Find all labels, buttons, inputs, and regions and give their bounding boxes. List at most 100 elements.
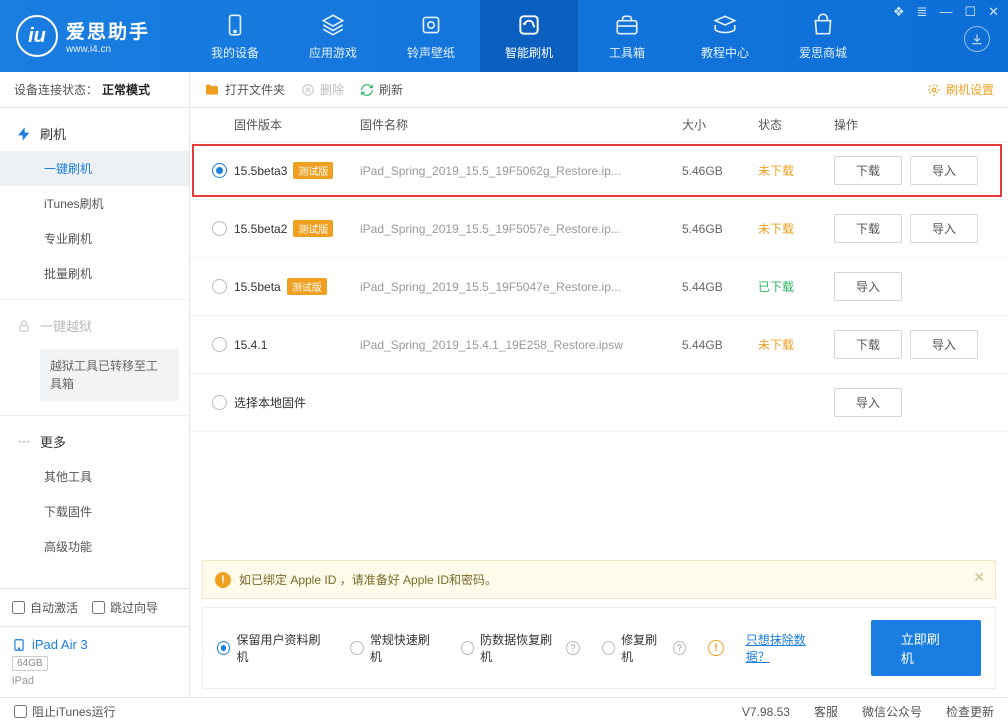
delete-button[interactable]: 删除 (301, 81, 344, 98)
download-button[interactable]: 下载 (834, 214, 902, 243)
ringtones-icon (418, 12, 444, 38)
row-radio[interactable] (204, 163, 234, 178)
import-button[interactable]: 导入 (834, 272, 902, 301)
header: ❖ ≣ — ☐ ✕ iu 爱思助手 www.i4.cn 我的设备应用游戏铃声壁纸… (0, 0, 1008, 72)
row-ops: 下载 导入 (834, 156, 994, 185)
tab-apps[interactable]: 应用游戏 (284, 0, 382, 72)
tab-label: 铃声壁纸 (407, 44, 455, 61)
download-button[interactable]: 下载 (834, 156, 902, 185)
download-status-icon[interactable] (964, 26, 990, 52)
tab-flash[interactable]: 智能刷机 (480, 0, 578, 72)
flash-now-button[interactable]: 立即刷机 (871, 620, 981, 676)
nav-head-more[interactable]: ⋯ 更多 (0, 424, 189, 459)
sidebar-item-flash-3[interactable]: 批量刷机 (0, 256, 189, 291)
sidebar-item-more-0[interactable]: 其他工具 (0, 459, 189, 494)
firmware-row[interactable]: 15.5beta测试版 iPad_Spring_2019_15.5_19F504… (190, 258, 1008, 316)
device-type: iPad (12, 675, 177, 687)
nav-head-flash-label: 刷机 (40, 124, 66, 143)
download-button[interactable]: 下载 (834, 330, 902, 359)
row-radio[interactable] (204, 221, 234, 236)
erase-data-link[interactable]: 只想抹除数据？ (746, 631, 827, 665)
tab-label: 教程中心 (701, 44, 749, 61)
import-button[interactable]: 导入 (910, 214, 978, 243)
row-radio[interactable] (204, 279, 234, 294)
version-label: V7.98.53 (742, 705, 790, 719)
apple-id-notice: ! 如已绑定 Apple ID ，请准备好 Apple ID和密码。 ✕ (202, 560, 996, 599)
device-storage: 64GB (12, 656, 48, 671)
apps-icon (320, 12, 346, 38)
th-size: 大小 (682, 116, 758, 133)
flash-option-1[interactable]: 常规快速刷机 (350, 631, 438, 665)
local-firmware-row[interactable]: 选择本地固件 导入 (190, 374, 1008, 432)
maximize-button[interactable]: ☐ (961, 4, 979, 20)
skin-button[interactable]: ❖ (890, 4, 908, 20)
import-button[interactable]: 导入 (910, 330, 978, 359)
notice-close-button[interactable]: ✕ (973, 569, 985, 586)
minimize-button[interactable]: — (936, 4, 955, 20)
tab-store[interactable]: 爱思商城 (774, 0, 872, 72)
row-version: 15.4.1 (234, 338, 360, 352)
close-button[interactable]: ✕ (985, 4, 1002, 20)
connection-status: 设备连接状态： 正常模式 (0, 72, 189, 108)
flash-settings-button[interactable]: 刷机设置 (927, 81, 994, 98)
sidebar-item-more-1[interactable]: 下载固件 (0, 494, 189, 529)
radio-icon (350, 641, 363, 655)
sidebar-item-more-2[interactable]: 高级功能 (0, 529, 189, 564)
th-ops: 操作 (834, 116, 994, 133)
menu-button[interactable]: ≣ (914, 4, 931, 20)
folder-icon (204, 82, 220, 98)
nav-group-flash: 刷机 一键刷机iTunes刷机专业刷机批量刷机 (0, 108, 189, 300)
sidebar-item-flash-0[interactable]: 一键刷机 (0, 151, 189, 186)
import-button[interactable]: 导入 (834, 388, 902, 417)
row-ops: 导入 (834, 388, 994, 417)
row-status: 未下载 (758, 336, 834, 353)
notice-text: 如已绑定 Apple ID ，请准备好 Apple ID和密码。 (239, 571, 497, 588)
nav-head-flash[interactable]: 刷机 (0, 116, 189, 151)
auto-activate-checkbox[interactable]: 自动激活 (12, 599, 78, 616)
warning-icon: ! (215, 572, 231, 588)
nav-more-label: 更多 (40, 432, 66, 451)
import-button[interactable]: 导入 (910, 156, 978, 185)
tab-tutorial[interactable]: 教程中心 (676, 0, 774, 72)
firmware-row[interactable]: 15.5beta2测试版 iPad_Spring_2019_15.5_19F50… (190, 200, 1008, 258)
row-ops: 下载 导入 (834, 330, 994, 359)
row-version: 15.5beta测试版 (234, 278, 360, 295)
refresh-icon (360, 83, 374, 97)
nav-group-more: ⋯ 更多 其他工具下载固件高级功能 (0, 416, 189, 572)
sidebar-item-flash-1[interactable]: iTunes刷机 (0, 186, 189, 221)
row-size: 5.46GB (682, 222, 758, 236)
beta-tag: 测试版 (293, 220, 333, 237)
refresh-button[interactable]: 刷新 (360, 81, 403, 98)
help-icon[interactable]: ? (566, 641, 579, 655)
firmware-row[interactable]: 15.4.1 iPad_Spring_2019_15.4.1_19E258_Re… (190, 316, 1008, 374)
wechat-link[interactable]: 微信公众号 (862, 703, 922, 720)
device-info[interactable]: iPad Air 3 64GB iPad (0, 626, 189, 697)
jailbreak-notice: 越狱工具已转移至工具箱 (40, 349, 179, 401)
open-folder-button[interactable]: 打开文件夹 (204, 81, 285, 98)
skip-guide-checkbox[interactable]: 跳过向导 (92, 599, 158, 616)
tab-my-device[interactable]: 我的设备 (186, 0, 284, 72)
flash-option-2[interactable]: 防数据恢复刷机? (461, 631, 580, 665)
sidebar-item-flash-2[interactable]: 专业刷机 (0, 221, 189, 256)
brand-logo: iu 爱思助手 www.i4.cn (16, 15, 150, 57)
tab-toolbox[interactable]: 工具箱 (578, 0, 676, 72)
flash-option-3[interactable]: 修复刷机? (602, 631, 686, 665)
row-radio[interactable] (204, 337, 234, 352)
flash-option-0[interactable]: 保留用户资料刷机 (217, 631, 328, 665)
block-itunes-checkbox[interactable]: 阻止iTunes运行 (14, 703, 116, 720)
toolbox-icon (614, 12, 640, 38)
store-icon (810, 12, 836, 38)
info-icon[interactable]: ! (708, 640, 724, 656)
row-radio[interactable] (204, 395, 234, 410)
flash-icon (516, 12, 542, 38)
firmware-row[interactable]: 15.5beta3测试版 iPad_Spring_2019_15.5_19F50… (190, 142, 1008, 200)
row-filename: iPad_Spring_2019_15.5_19F5057e_Restore.i… (360, 222, 682, 236)
tab-label: 智能刷机 (505, 44, 553, 61)
tab-ringtones[interactable]: 铃声壁纸 (382, 0, 480, 72)
support-link[interactable]: 客服 (814, 703, 838, 720)
th-name: 固件名称 (360, 116, 682, 133)
radio-icon (461, 641, 474, 655)
check-update-link[interactable]: 检查更新 (946, 703, 994, 720)
help-icon[interactable]: ? (673, 641, 686, 655)
toolbar: 打开文件夹 删除 刷新 刷机设置 (190, 72, 1008, 108)
